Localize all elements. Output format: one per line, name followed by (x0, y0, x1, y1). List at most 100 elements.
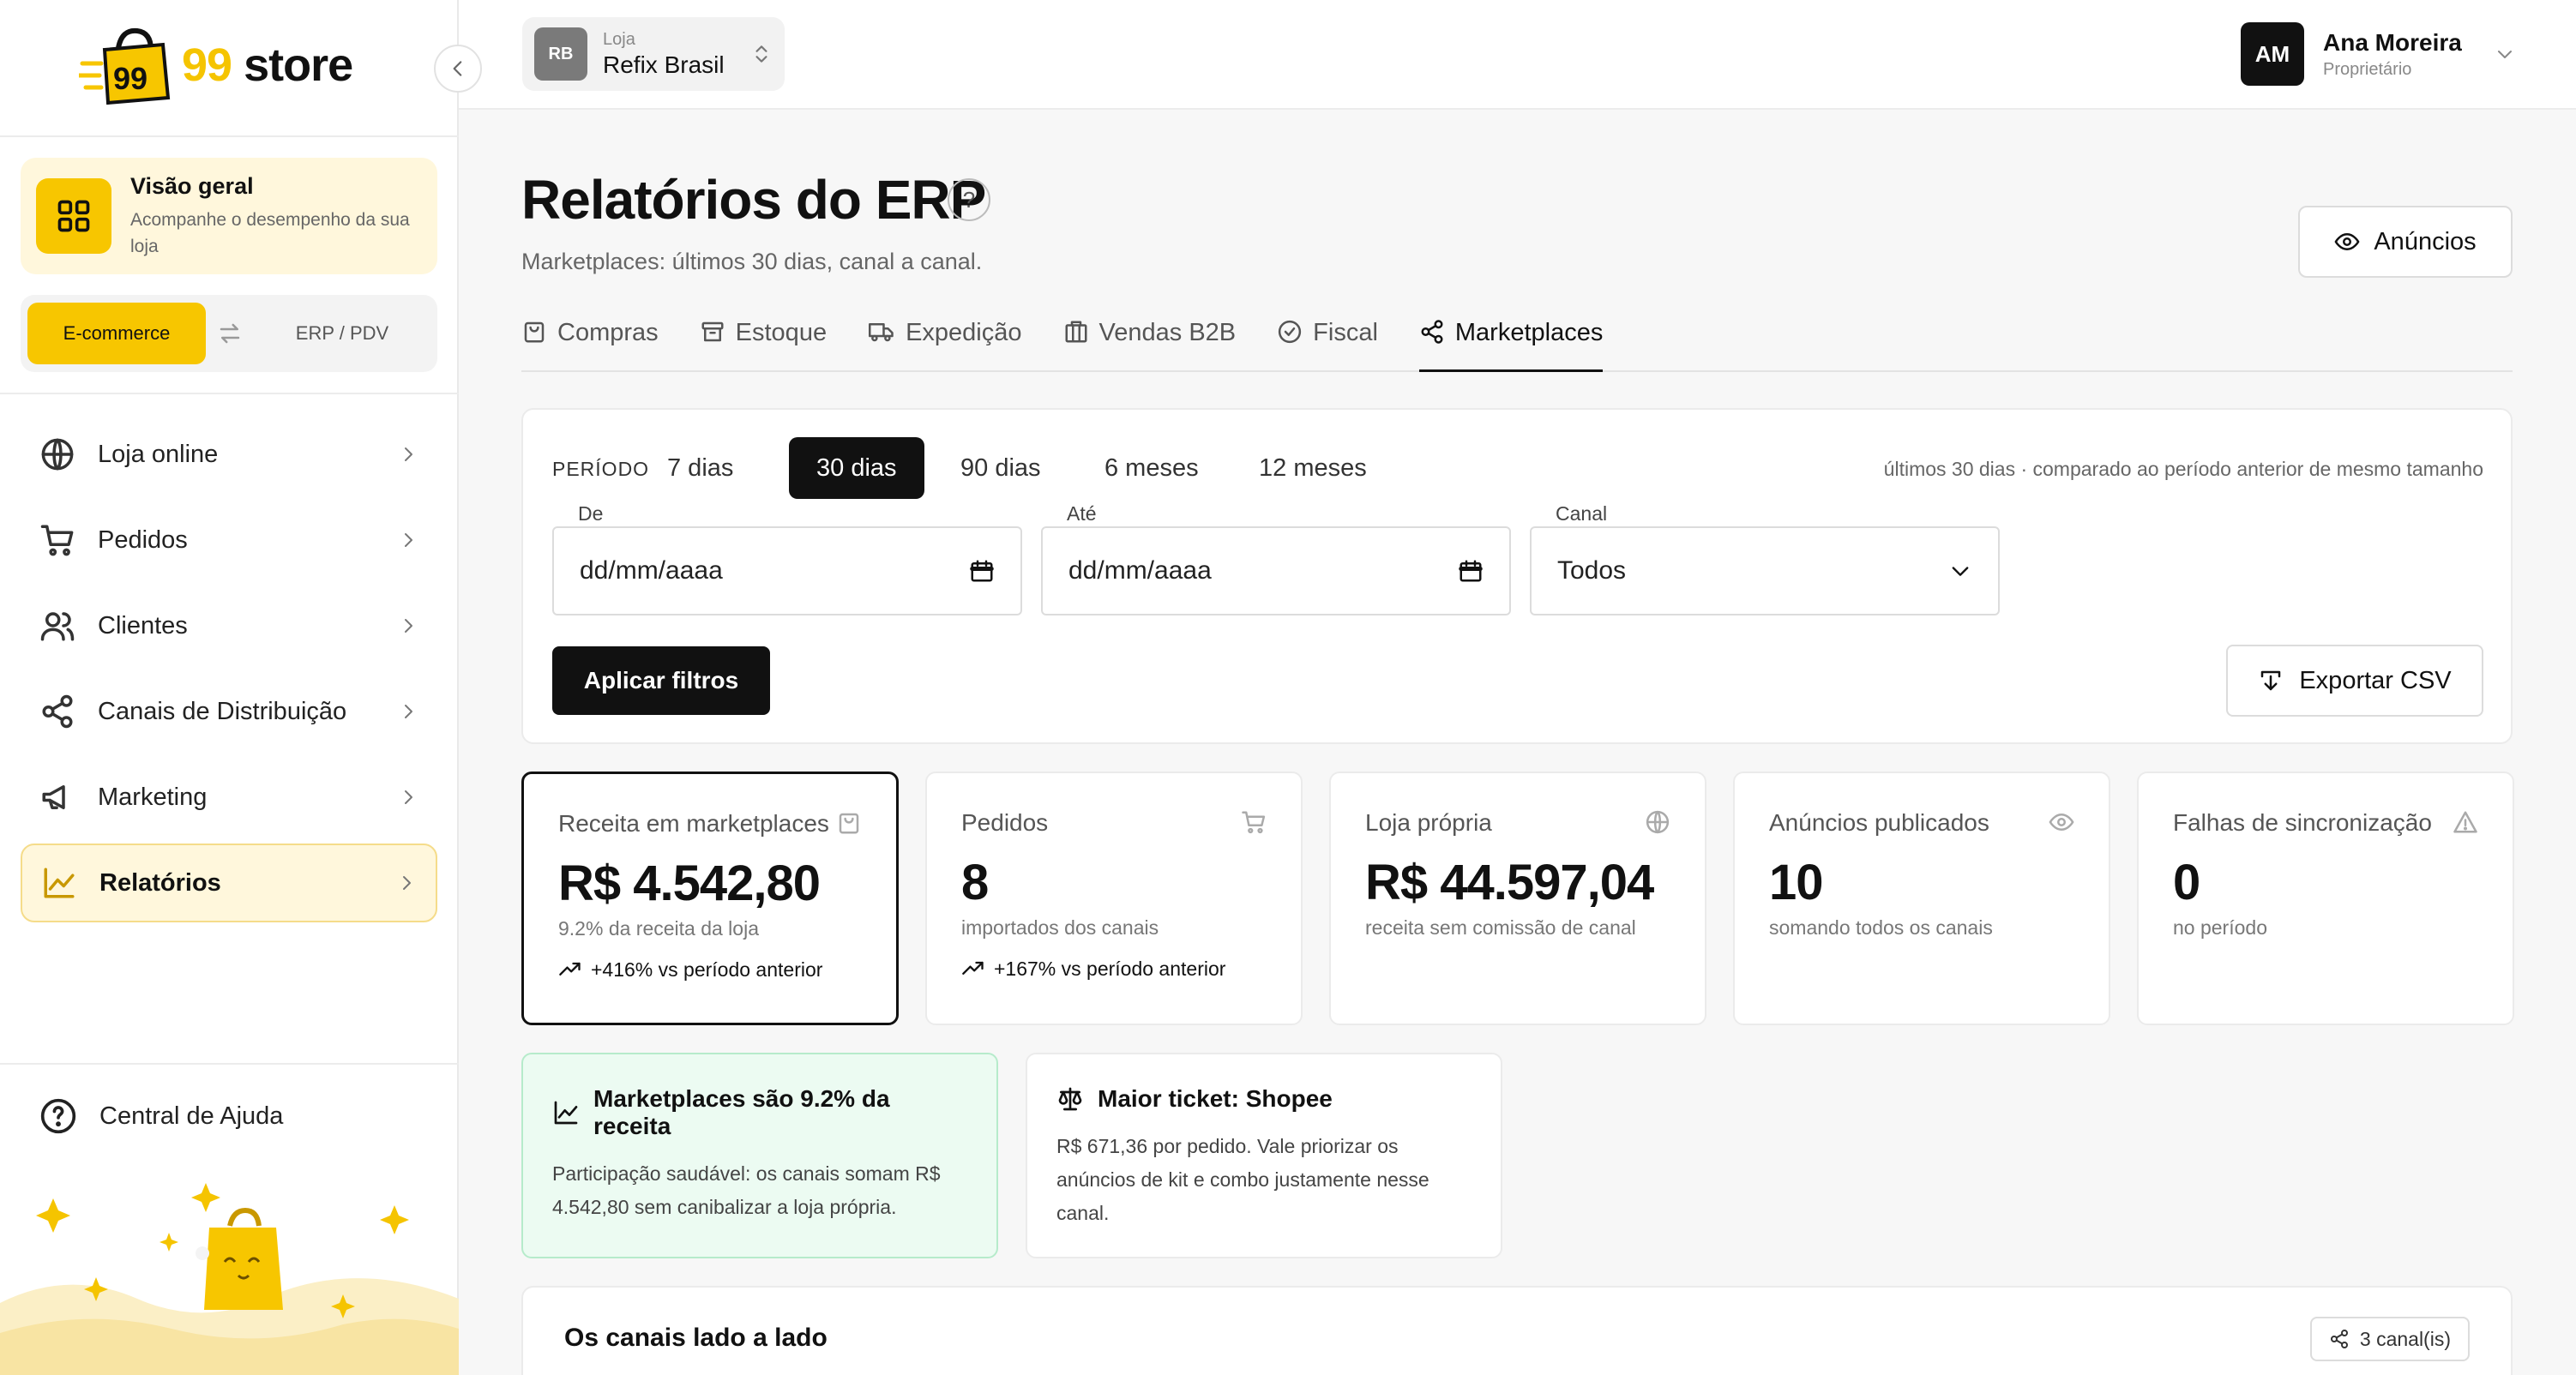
store-avatar: RB (534, 27, 587, 81)
chevrons-updown-icon (750, 43, 773, 65)
tab-label: Vendas B2B (1098, 319, 1237, 346)
kpi-trend: +416% vs período anterior (558, 958, 862, 982)
kpi-card-pedidos[interactable]: Pedidos 8 importados dos canais +167% vs… (925, 772, 1303, 1025)
swap-icon[interactable] (206, 321, 254, 346)
shopping-bag-logo-icon: 99 (79, 27, 171, 105)
channel-select[interactable]: Todos (1530, 526, 2000, 615)
channels-count-label: 3 canal(is) (2359, 1327, 2451, 1350)
period-6-meses[interactable]: 6 meses (1077, 437, 1226, 499)
insight-title: Marketplaces são 9.2% da receita (593, 1085, 890, 1139)
sidebar-divider (0, 135, 459, 137)
brand-logo[interactable]: 99 99 store (79, 24, 353, 106)
sidebar: 99 99 store Visão geral Acompanhe o dese… (0, 0, 459, 1375)
grid-icon (36, 178, 111, 254)
tab-fiscal[interactable]: Fiscal (1277, 314, 1378, 372)
kpi-trend: +167% vs período anterior (961, 957, 1267, 981)
sidebar-item-canais[interactable]: Canais de Distribuição (21, 672, 437, 751)
users-icon (39, 608, 77, 644)
filters-card: PERÍODO 7 dias 30 dias 90 dias 6 meses 1… (521, 408, 2513, 744)
channels-count-badge[interactable]: 3 canal(is) (2309, 1317, 2470, 1361)
bag-icon (836, 810, 862, 836)
help-icon[interactable]: ? (948, 178, 990, 221)
calendar-icon[interactable] (969, 558, 995, 584)
kpi-card-anuncios[interactable]: Anúncios publicados 10 somando todos os … (1733, 772, 2110, 1025)
trending-up-icon (961, 957, 985, 981)
share-icon (1419, 319, 1445, 345)
kpi-title: Loja própria (1365, 809, 1492, 836)
sidebar-item-label: Pedidos (98, 525, 188, 554)
period-12-meses[interactable]: 12 meses (1231, 437, 1394, 499)
overview-card[interactable]: Visão geral Acompanhe o desempenho da su… (21, 158, 437, 274)
mascot-illustration (0, 1183, 459, 1375)
kpi-subtitle: no período (2173, 916, 2267, 939)
period-90-dias[interactable]: 90 dias (933, 437, 1068, 499)
tab-expedicao[interactable]: Expedição (868, 314, 1022, 372)
kpi-value: 8 (961, 855, 989, 910)
sidebar-item-label: Relatórios (99, 868, 221, 897)
to-date-placeholder: dd/mm/aaaa (1068, 556, 1212, 585)
page-title: Relatórios do ERP (521, 169, 986, 231)
chevron-right-icon (396, 873, 417, 893)
chevron-right-icon (398, 615, 418, 636)
sidebar-item-label: Clientes (98, 611, 188, 639)
kpi-card-loja-propria[interactable]: Loja própria R$ 44.597,04 receita sem co… (1329, 772, 1706, 1025)
kpi-card-receita-marketplaces[interactable]: Receita em marketplaces R$ 4.542,80 9.2%… (521, 772, 899, 1025)
export-csv-button[interactable]: Exportar CSV (2226, 645, 2483, 717)
store-name: Refix Brasil (603, 51, 725, 78)
kpi-trend-label: +416% vs período anterior (591, 958, 823, 981)
section-title: Os canais lado a lado (564, 1324, 828, 1352)
store-selector[interactable]: RB Loja Refix Brasil (522, 17, 785, 91)
kpi-subtitle: receita sem comissão de canal (1365, 916, 1636, 939)
insight-title-row: Marketplaces são 9.2% da receita (552, 1085, 967, 1140)
collapse-sidebar-button[interactable] (434, 45, 482, 93)
channel-label: Canal (1556, 502, 1608, 525)
sidebar-item-relatorios[interactable]: Relatórios (21, 844, 437, 922)
tab-marketplaces[interactable]: Marketplaces (1418, 314, 1604, 372)
mode-switch: E-commerce ERP / PDV (21, 295, 437, 372)
check-circle-icon (1277, 319, 1303, 345)
tab-label: Marketplaces (1454, 319, 1604, 346)
to-date-input[interactable]: dd/mm/aaaa (1041, 526, 1511, 615)
megaphone-icon (39, 779, 77, 815)
ads-button-label: Anúncios (2374, 227, 2477, 255)
help-circle-icon (39, 1097, 77, 1135)
to-date-label: Até (1067, 502, 1097, 525)
tab-vendas-b2b[interactable]: Vendas B2B (1063, 314, 1237, 372)
insight-card-share: Marketplaces são 9.2% da receita Partici… (521, 1053, 998, 1258)
help-center-link[interactable]: Central de Ajuda (39, 1097, 283, 1135)
chart-line-icon (552, 1099, 580, 1126)
mode-erp-button[interactable]: ERP / PDV (254, 322, 430, 345)
building-icon (1063, 319, 1089, 345)
sidebar-item-clientes[interactable]: Clientes (21, 586, 437, 665)
chevron-right-icon (398, 701, 418, 722)
tab-compras[interactable]: Compras (521, 314, 659, 372)
help-center-label: Central de Ajuda (99, 1102, 284, 1130)
apply-filters-button[interactable]: Aplicar filtros (552, 646, 770, 715)
overview-subtitle: Acompanhe o desempenho da sua loja (130, 209, 410, 256)
kpi-card-falhas-sincronizacao[interactable]: Falhas de sincronização 0 no período (2137, 772, 2514, 1025)
tab-label: Fiscal (1313, 319, 1378, 346)
kpi-trend-label: +167% vs período anterior (994, 957, 1226, 980)
globe-icon (39, 436, 77, 472)
tab-label: Compras (557, 319, 659, 346)
tab-estoque[interactable]: Estoque (700, 314, 827, 372)
kpi-subtitle: somando todos os canais (1769, 916, 1993, 939)
archive-icon (700, 319, 725, 345)
sidebar-item-pedidos[interactable]: Pedidos (21, 501, 437, 579)
sidebar-item-loja-online[interactable]: Loja online (21, 415, 437, 494)
period-7-dias[interactable]: 7 dias (640, 437, 761, 499)
period-30-dias[interactable]: 30 dias (789, 437, 924, 499)
calendar-icon[interactable] (1458, 558, 1484, 584)
store-label: Loja (603, 29, 635, 49)
chevron-right-icon (398, 530, 418, 550)
kpi-value: 0 (2173, 855, 2200, 910)
from-date-input[interactable]: dd/mm/aaaa (552, 526, 1022, 615)
period-note: últimos 30 dias · comparado ao período a… (1883, 458, 2483, 480)
ads-button[interactable]: Anúncios (2298, 206, 2513, 278)
kpi-title: Receita em marketplaces (558, 810, 829, 837)
user-role: Proprietário (2323, 59, 2412, 79)
sidebar-item-marketing[interactable]: Marketing (21, 758, 437, 837)
user-menu[interactable]: AM Ana Moreira Proprietário (2241, 22, 2515, 86)
insight-title-row: Maior ticket: Shopee (1056, 1085, 1472, 1113)
mode-ecommerce-button[interactable]: E-commerce (27, 303, 206, 364)
